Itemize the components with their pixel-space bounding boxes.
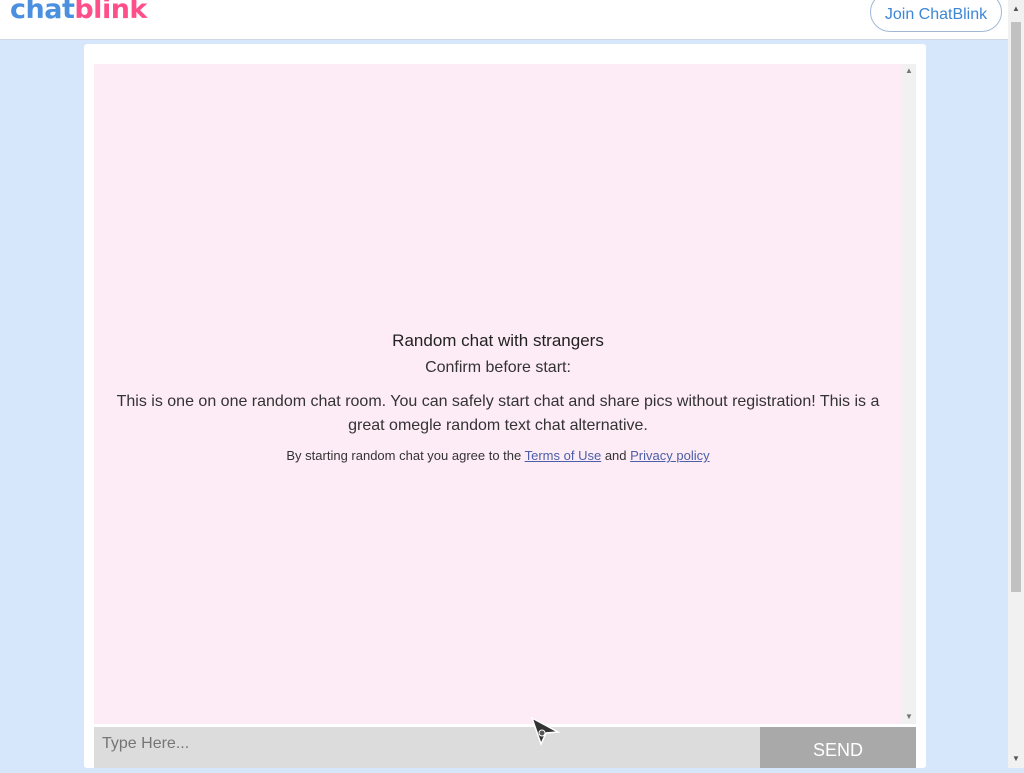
agreement-prefix: By starting random chat you agree to the [286,448,525,463]
message-composer: SEND [94,727,916,768]
message-input[interactable] [94,727,760,768]
intro-description: This is one on one random chat room. You… [116,393,880,434]
send-button[interactable]: SEND [760,727,916,768]
chat-scrollbar[interactable]: ▲ ▼ [902,64,916,724]
intro-title: Random chat with strangers [392,331,604,350]
scroll-down-arrow-icon[interactable]: ▼ [1008,752,1024,766]
terms-of-use-link[interactable]: Terms of Use [525,448,602,463]
logo-text-chat: chat [10,0,75,25]
top-header: chatblink Join ChatBlink [0,0,1008,40]
join-chatblink-button[interactable]: Join ChatBlink [870,0,1002,32]
chatblink-logo[interactable]: chatblink [10,0,147,25]
privacy-policy-link[interactable]: Privacy policy [630,448,709,463]
chat-scroll-down-icon[interactable]: ▼ [902,710,916,724]
page-scrollbar[interactable]: ▲ ▼ [1008,0,1024,768]
intro-confirm-text: Confirm before start: [425,359,571,376]
mouse-cursor-icon [530,716,560,746]
chat-intro: Random chat with strangers Confirm befor… [94,328,902,463]
scroll-up-arrow-icon[interactable]: ▲ [1008,2,1024,16]
chat-scroll-up-icon[interactable]: ▲ [902,64,916,78]
logo-text-blink: blink [74,0,147,25]
page-scrollbar-thumb[interactable] [1011,22,1021,592]
agreement-text: By starting random chat you agree to the… [94,448,902,463]
agreement-and: and [601,448,631,463]
